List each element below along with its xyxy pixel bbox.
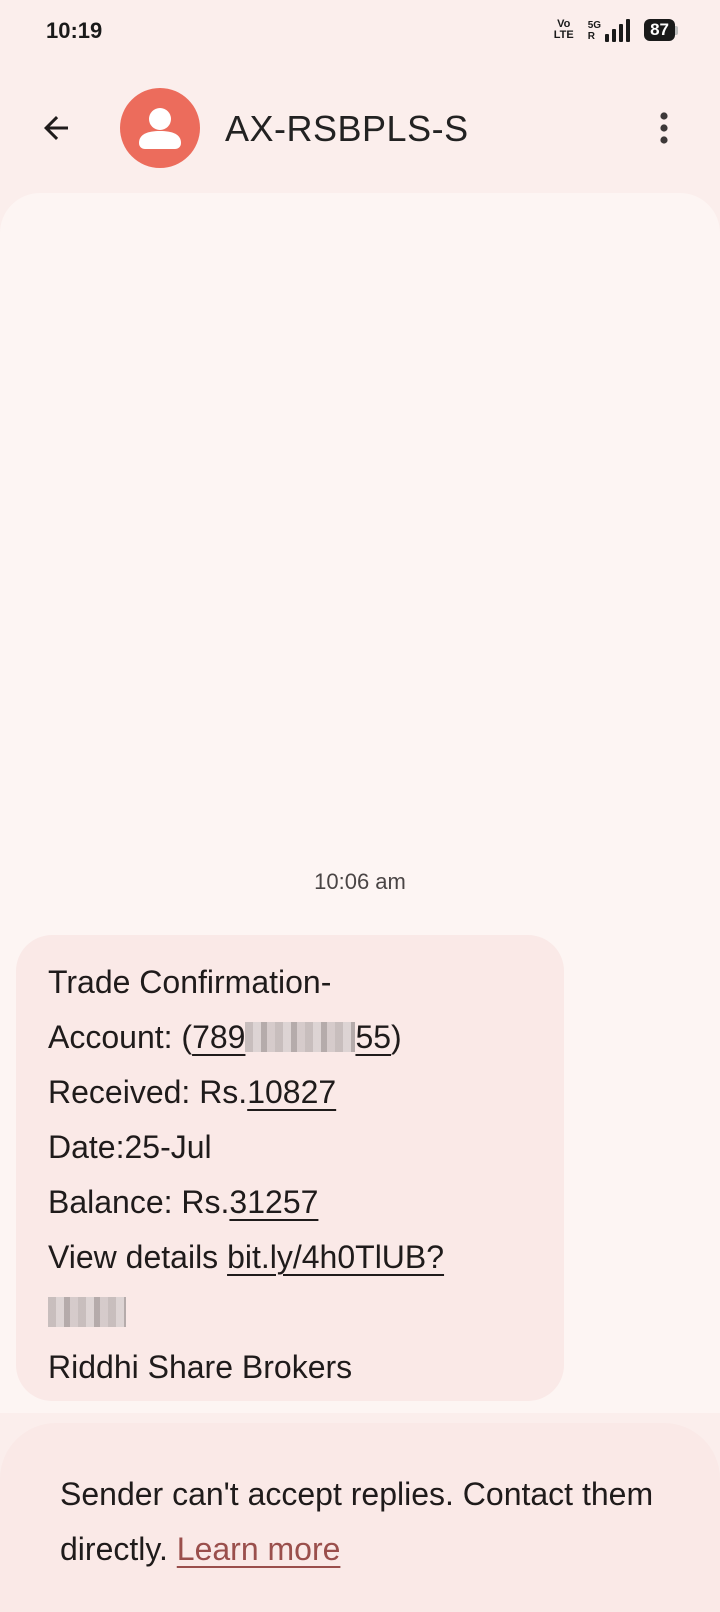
app-bar: AX-RSBPLS-S bbox=[0, 80, 720, 176]
status-icons: Vo LTE 5G R 87 bbox=[554, 18, 678, 42]
signal-bars-icon bbox=[605, 18, 631, 42]
volte-bottom-label: LTE bbox=[553, 29, 574, 41]
message-line-signature: Riddhi Share Brokers bbox=[48, 1349, 353, 1385]
person-icon bbox=[139, 108, 181, 149]
notice-text: Sender can't accept replies. Contact the… bbox=[60, 1476, 654, 1567]
more-vert-icon bbox=[660, 112, 668, 144]
conversation-panel[interactable]: 10:06 am Trade Confirmation- Account: (7… bbox=[0, 193, 720, 1413]
signal-icon: 5G R bbox=[587, 18, 631, 42]
arrow-left-icon bbox=[44, 116, 68, 140]
more-options-button[interactable] bbox=[644, 106, 684, 150]
sender-name[interactable]: AX-RSBPLS-S bbox=[225, 108, 469, 150]
details-link-continued[interactable] bbox=[48, 1294, 126, 1330]
message-line-date: Date:25-Jul bbox=[48, 1129, 212, 1165]
roaming-label: R bbox=[587, 31, 595, 42]
message-bubble[interactable]: Trade Confirmation- Account: (789 55) Rec… bbox=[16, 935, 564, 1401]
message-timestamp: 10:06 am bbox=[314, 869, 406, 894]
battery-icon: 87 bbox=[644, 19, 678, 41]
account-number-link[interactable]: 789 55 bbox=[192, 1019, 391, 1055]
message-line-details: View details bit.ly/4h0TlUB? bbox=[48, 1239, 445, 1275]
status-bar: 10:19 Vo LTE 5G R 87 bbox=[0, 0, 720, 64]
received-amount-link[interactable]: 10827 bbox=[247, 1074, 336, 1110]
avatar[interactable] bbox=[120, 88, 200, 168]
redacted-block bbox=[48, 1296, 126, 1327]
details-link[interactable]: bit.ly/4h0TlUB? bbox=[227, 1239, 444, 1275]
learn-more-link[interactable]: Learn more bbox=[177, 1531, 341, 1567]
status-time: 10:19 bbox=[46, 18, 103, 43]
back-button[interactable] bbox=[30, 102, 82, 154]
reply-disabled-footer: Sender can't accept replies. Contact the… bbox=[0, 1423, 720, 1612]
message-line-balance: Balance: Rs.31257 bbox=[48, 1184, 319, 1220]
message-line-title: Trade Confirmation- bbox=[48, 964, 332, 1000]
battery-level: 87 bbox=[644, 19, 675, 41]
message-line-account: Account: (789 55) bbox=[48, 1019, 402, 1055]
reply-disabled-notice: Sender can't accept replies. Contact the… bbox=[60, 1467, 680, 1577]
message-line-link-continued bbox=[48, 1285, 534, 1340]
redacted-block bbox=[245, 1021, 356, 1052]
network-type-label: 5G bbox=[587, 20, 602, 31]
volte-icon: Vo LTE bbox=[554, 19, 574, 41]
message-line-received: Received: Rs.10827 bbox=[48, 1074, 337, 1110]
balance-amount-link[interactable]: 31257 bbox=[229, 1184, 318, 1220]
